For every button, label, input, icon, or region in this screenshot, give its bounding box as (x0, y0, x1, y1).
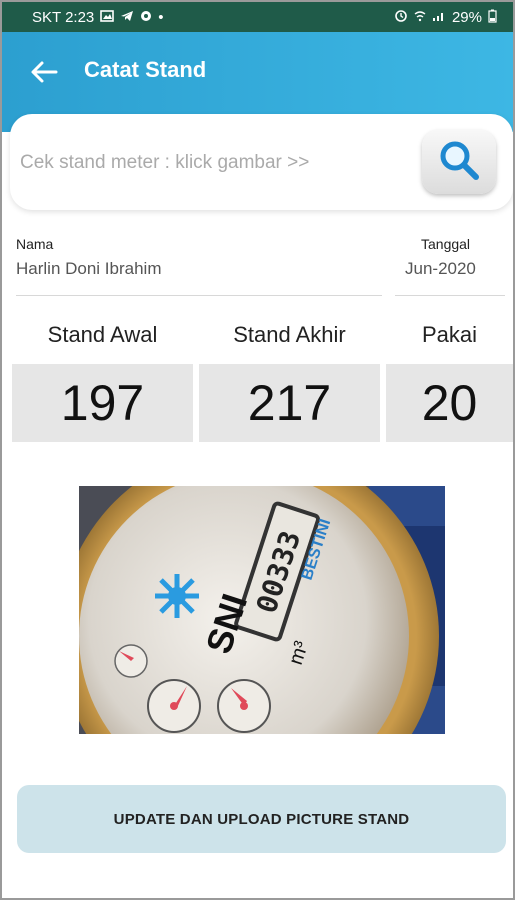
search-card (10, 114, 513, 210)
nama-value: Harlin Doni Ibrahim (16, 259, 162, 278)
phone-screen: SKT 2:23 • 29% Catat Stand Cek stand met… (0, 0, 515, 900)
pakai-label: Pakai (421, 322, 478, 347)
status-left: SKT 2:23 • (32, 9, 164, 26)
stand-awal-value: 197 (12, 364, 193, 442)
status-dot: • (158, 8, 164, 26)
wifi-icon (414, 10, 426, 25)
stand-akhir-value: 217 (199, 364, 380, 442)
signal-icon (432, 10, 446, 25)
star-mark (155, 574, 199, 618)
tanggal-value: Jun-2020 (405, 259, 476, 278)
search-icon (437, 138, 481, 187)
dial-left (147, 679, 201, 733)
back-arrow-icon[interactable] (26, 54, 62, 90)
carrier-time: SKT 2:23 (32, 8, 95, 26)
meter-photo[interactable]: 00333 BESTINI SNI m³ (79, 486, 445, 734)
battery-icon (488, 9, 497, 26)
stand-akhir-label: Stand Akhir (233, 322, 346, 347)
water-meter-image: 00333 BESTINI SNI m³ (79, 486, 445, 734)
tanggal-label: Tanggal (421, 236, 471, 252)
page-title: Catat Stand (84, 57, 207, 82)
telegram-icon (120, 10, 134, 25)
status-bar: SKT 2:23 • 29% (2, 2, 513, 32)
alarm-icon (394, 9, 408, 25)
nama-divider (16, 295, 382, 296)
battery-percent: 29% (451, 8, 482, 26)
dial-right (217, 679, 271, 733)
stand-awal-label: Stand Awal (47, 322, 158, 347)
pakai-value: 20 (386, 364, 513, 442)
stand-meter-search-input[interactable] (18, 142, 412, 184)
search-button[interactable] (422, 130, 496, 194)
gallery-icon (100, 9, 115, 25)
dial-small (114, 644, 148, 678)
update-upload-button[interactable]: UPDATE DAN UPLOAD PICTURE STAND (17, 785, 506, 853)
tanggal-divider (395, 295, 505, 296)
status-right: 29% (394, 9, 497, 26)
location-icon (140, 10, 152, 25)
nama-label: Nama (16, 236, 54, 252)
